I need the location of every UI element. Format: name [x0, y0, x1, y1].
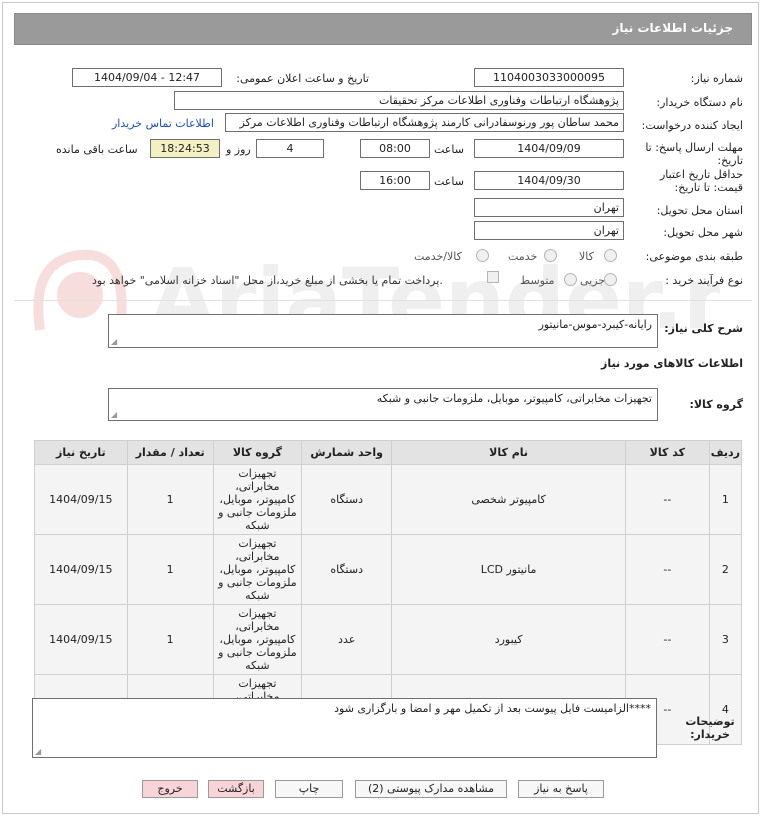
need-number-label: شماره نیاز:	[690, 72, 743, 85]
goods-info-title: اطلاعات کالاهای مورد نیاز	[601, 357, 743, 370]
cell-code: --	[624, 534, 710, 605]
category-radio-both[interactable]	[476, 249, 489, 262]
table-row[interactable]: 2 -- مانیتور LCD دستگاه تجهیزات مخابراتی…	[34, 534, 743, 605]
cell-date: 1404/09/15	[34, 604, 128, 675]
col-code-header: کد کالا	[624, 440, 710, 465]
table-row[interactable]: 3 -- کیبورد عدد تجهیزات مخابراتی، کامپیو…	[34, 604, 743, 675]
reply-button[interactable]: پاسخ به نیاز	[518, 780, 604, 798]
deadline-date-field[interactable]: 1404/09/09	[474, 139, 624, 158]
cell-qty: 1	[126, 604, 214, 675]
summary-textarea[interactable]: رایانه-کیبرد-موس-مانیتور ◢	[108, 314, 658, 348]
resize-handle-icon[interactable]: ◢	[111, 337, 117, 346]
deadline-time-field[interactable]: 08:00	[360, 139, 430, 158]
validity-time-field[interactable]: 16:00	[360, 171, 430, 190]
divider	[14, 300, 752, 301]
category-option-service: خدمت	[508, 250, 538, 263]
city-label: شهر محل تحویل:	[663, 226, 743, 239]
print-button[interactable]: چاپ	[275, 780, 343, 798]
process-option-minor: جزیی	[580, 274, 606, 287]
buyer-org-label: نام دستگاه خریدار:	[656, 96, 743, 109]
process-radio-minor[interactable]	[604, 273, 617, 286]
category-option-goods: کالا	[579, 250, 594, 263]
col-qty-header: تعداد / مقدار	[126, 440, 214, 465]
page-title: جزئیات اطلاعات نیاز	[612, 21, 733, 35]
cell-code: --	[624, 464, 710, 535]
province-field[interactable]: تهران	[474, 198, 624, 217]
cell-group: تجهیزات مخابراتی، کامپیوتر، موبایل، ملزو…	[212, 534, 303, 605]
buyer-org-field[interactable]: پژوهشگاه ارتباطات وفناوری اطلاعات مرکز ت…	[174, 91, 624, 110]
cell-row: 1	[708, 464, 743, 535]
cell-code: --	[624, 604, 710, 675]
remaining-label: ساعت باقی مانده	[56, 143, 138, 156]
cell-group: تجهیزات مخابراتی، کامپیوتر، موبایل، ملزو…	[212, 464, 303, 535]
treasury-checkbox[interactable]	[487, 271, 499, 283]
category-option-both: کالا/خدمت	[414, 250, 462, 263]
buyer-notes-label: توضیحات خریدار:	[685, 715, 735, 741]
announce-field[interactable]: 1404/09/04 - 12:47	[72, 68, 222, 87]
treasury-note: پرداخت تمام یا بخشی از مبلغ خرید،از محل …	[92, 274, 443, 287]
cell-unit: دستگاه	[301, 534, 393, 605]
remaining-time-field: 18:24:53	[150, 139, 220, 158]
cell-unit: دستگاه	[301, 464, 393, 535]
cell-date: 1404/09/15	[34, 464, 128, 535]
goods-group-textarea[interactable]: تجهیزات مخابراتی، کامپیوتر، موبایل، ملزو…	[108, 388, 658, 421]
validity-time-label: ساعت	[434, 175, 464, 188]
validity-label: حداقل تاریخ اعتبار قیمت: تا تاریخ:	[659, 168, 743, 194]
days-field[interactable]: 4	[256, 139, 324, 158]
col-date-header: تاریخ نیاز	[34, 440, 128, 465]
buyer-notes-textarea[interactable]: ****الزامیست فایل پیوست بعد از تکمیل مهر…	[32, 698, 657, 758]
col-row-header: ردیف	[708, 440, 743, 465]
attachments-button[interactable]: مشاهده مدارک پیوستی (2)	[355, 780, 507, 798]
process-label: نوع فرآیند خرید :	[665, 274, 743, 287]
process-option-medium: متوسط	[520, 274, 555, 287]
category-radio-service[interactable]	[544, 249, 557, 262]
exit-button[interactable]: خروج	[142, 780, 198, 798]
cell-name: کیبورد	[391, 604, 626, 675]
announce-label: تاریخ و ساعت اعلان عمومی:	[236, 72, 369, 85]
contact-buyer-link[interactable]: اطلاعات تماس خریدار	[112, 117, 214, 130]
province-label: استان محل تحویل:	[656, 204, 743, 217]
need-number-field[interactable]: 1104003033000095	[474, 68, 624, 87]
cell-name: کامپیوتر شخصی	[391, 464, 626, 535]
cell-date: 1404/09/15	[34, 534, 128, 605]
cell-name: مانیتور LCD	[391, 534, 626, 605]
deadline-label: مهلت ارسال پاسخ: تا تاریخ:	[645, 141, 743, 167]
summary-text: رایانه-کیبرد-موس-مانیتور	[538, 318, 652, 331]
goods-group-label: گروه کالا:	[689, 398, 743, 411]
cell-group: تجهیزات مخابراتی، کامپیوتر، موبایل، ملزو…	[212, 604, 303, 675]
days-label: روز و	[226, 143, 251, 156]
page-header: جزئیات اطلاعات نیاز	[14, 13, 752, 45]
creator-label: ایجاد کننده درخواست:	[641, 119, 743, 132]
table-row[interactable]: 1 -- کامپیوتر شخصی دستگاه تجهیزات مخابرا…	[34, 464, 743, 535]
cell-qty: 1	[126, 534, 214, 605]
creator-field[interactable]: محمد ساطان پور ورنوسفادرانی کارمند پژوهش…	[225, 113, 624, 132]
col-unit-header: واحد شمارش	[301, 440, 393, 465]
table-header-row: ردیف کد کالا نام کالا واحد شمارش گروه کا…	[34, 440, 743, 465]
buyer-notes-text: ****الزامیست فایل پیوست بعد از تکمیل مهر…	[334, 702, 651, 715]
col-name-header: نام کالا	[391, 440, 626, 465]
resize-handle-icon[interactable]: ◢	[35, 747, 41, 756]
city-field[interactable]: تهران	[474, 221, 624, 240]
deadline-time-label: ساعت	[434, 143, 464, 156]
process-radio-medium[interactable]	[564, 273, 577, 286]
validity-date-field[interactable]: 1404/09/30	[474, 171, 624, 190]
category-label: طبقه بندی موضوعی:	[645, 250, 743, 263]
resize-handle-icon[interactable]: ◢	[111, 410, 117, 419]
col-group-header: گروه کالا	[212, 440, 303, 465]
category-radio-goods[interactable]	[604, 249, 617, 262]
cell-row: 2	[708, 534, 743, 605]
cell-qty: 1	[126, 464, 214, 535]
cell-row: 3	[708, 604, 743, 675]
cell-unit: عدد	[301, 604, 393, 675]
goods-group-text: تجهیزات مخابراتی، کامپیوتر، موبایل، ملزو…	[376, 392, 652, 405]
summary-label: شرح کلی نیاز:	[664, 322, 743, 335]
back-button[interactable]: بازگشت	[208, 780, 264, 798]
